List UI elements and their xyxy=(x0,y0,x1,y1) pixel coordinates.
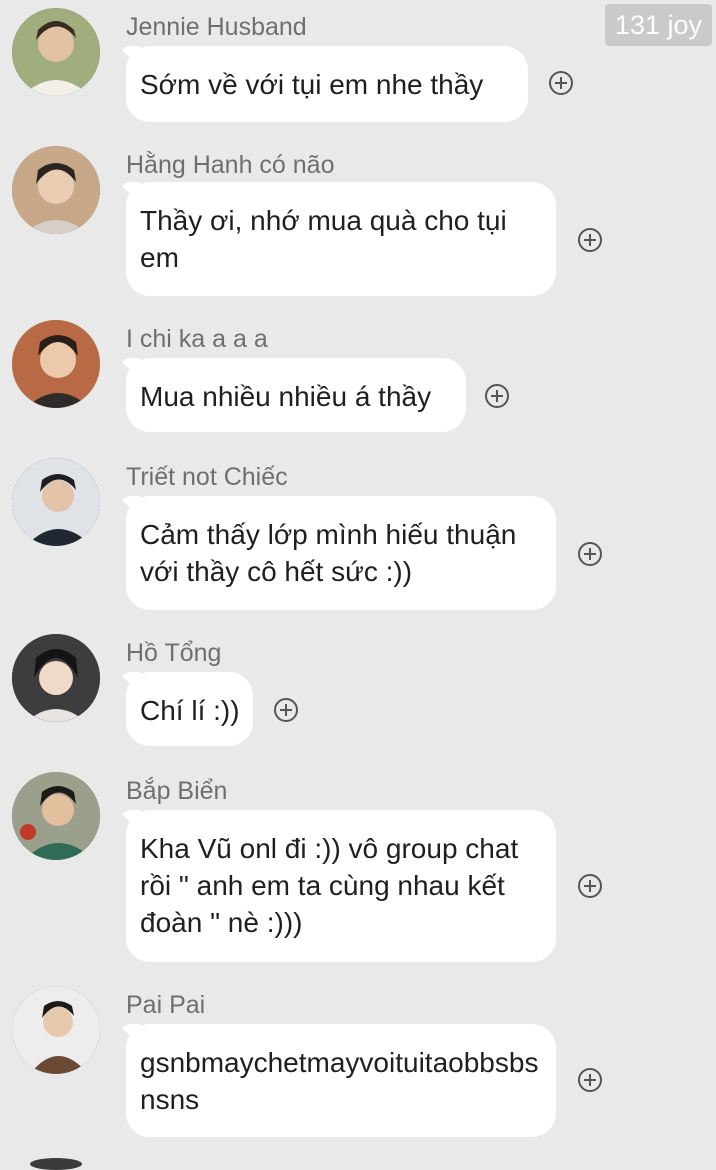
add-circle-icon[interactable] xyxy=(484,383,510,409)
message-bubble[interactable]: Kha Vũ onl đi :)) vô group chat rồi " an… xyxy=(126,810,556,962)
add-circle-icon[interactable] xyxy=(577,1067,603,1093)
avatar[interactable] xyxy=(12,320,100,408)
avatar[interactable] xyxy=(12,146,100,234)
add-circle-icon[interactable] xyxy=(577,541,603,567)
message-item: Triết not Chiếc Cảm thấy lớp mình hiếu t… xyxy=(0,458,716,610)
add-circle-icon[interactable] xyxy=(577,873,603,899)
message-item: Hằng Hanh có não Thầy ơi, nhớ mua quà ch… xyxy=(0,146,716,296)
message-text: Sớm về với tụi em nhe thầy xyxy=(140,69,484,100)
message-item: I chi ka a a a Mua nhiều nhiều á thầy xyxy=(0,320,716,432)
message-text: Chí lí :)) xyxy=(140,695,240,726)
sender-name: Triết not Chiếc xyxy=(126,463,288,491)
message-bubble[interactable]: Sớm về với tụi em nhe thầy xyxy=(126,46,528,122)
add-circle-icon[interactable] xyxy=(548,70,574,96)
sender-name: I chi ka a a a xyxy=(126,325,268,353)
message-text: Thầy ơi, nhớ mua quà cho tụi em xyxy=(140,205,507,273)
add-circle-icon[interactable] xyxy=(273,697,299,723)
avatar[interactable] xyxy=(12,8,100,96)
sender-name: Hằng Hanh có não xyxy=(126,151,335,179)
sender-name: Jennie Husband xyxy=(126,13,307,41)
sender-name: Hồ Tổng xyxy=(126,639,222,667)
message-text: gsnbmaychetmayvoituitaobbsbsnsns xyxy=(140,1047,539,1115)
message-text: Mua nhiều nhiều á thầy xyxy=(140,381,432,412)
message-bubble[interactable]: gsnbmaychetmayvoituitaobbsbsnsns xyxy=(126,1024,556,1137)
message-bubble[interactable]: Chí lí :)) xyxy=(126,672,253,746)
message-bubble[interactable]: Mua nhiều nhiều á thầy xyxy=(126,358,466,432)
avatar[interactable] xyxy=(12,634,100,722)
message-item: Hồ Tổng Chí lí :)) xyxy=(0,634,716,746)
message-text: Kha Vũ onl đi :)) vô group chat rồi " an… xyxy=(140,833,519,938)
avatar[interactable] xyxy=(12,986,100,1074)
avatar[interactable] xyxy=(12,772,100,860)
message-item: Bắp Biển Kha Vũ onl đi :)) vô group chat… xyxy=(0,772,716,962)
message-bubble[interactable]: Cảm thấy lớp mình hiếu thuận với thầy cô… xyxy=(126,496,556,610)
sender-name: Pai Pai xyxy=(126,991,206,1019)
message-text: Cảm thấy lớp mình hiếu thuận với thầy cô… xyxy=(140,519,517,587)
message-bubble[interactable]: Thầy ơi, nhớ mua quà cho tụi em xyxy=(126,182,556,296)
message-item: Jennie Husband Sớm về với tụi em nhe thầ… xyxy=(0,8,716,123)
next-avatar-peek xyxy=(30,1158,82,1170)
avatar[interactable] xyxy=(12,458,100,546)
sender-name: Bắp Biển xyxy=(126,777,228,805)
message-item: Pai Pai gsnbmaychetmayvoituitaobbsbsnsns xyxy=(0,986,716,1138)
add-circle-icon[interactable] xyxy=(577,227,603,253)
